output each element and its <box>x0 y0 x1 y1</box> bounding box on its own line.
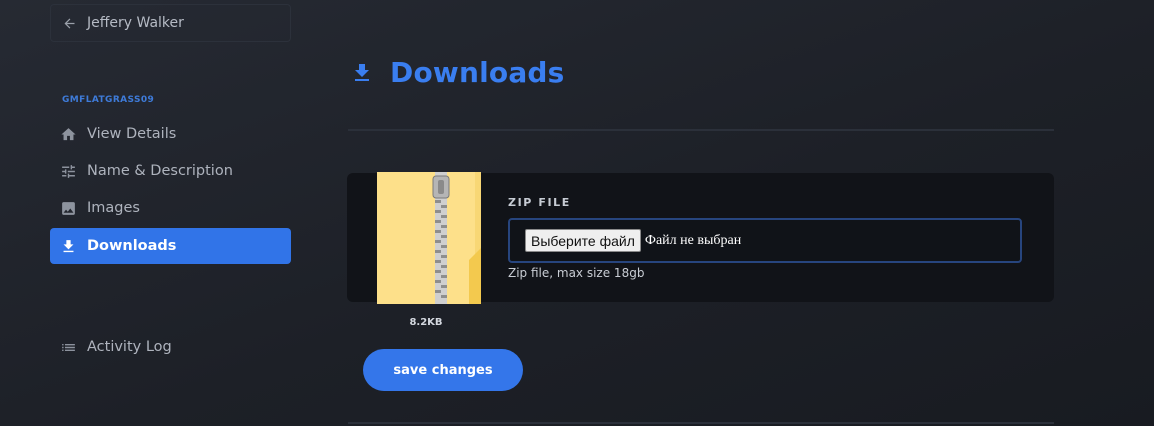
file-status: Файл не выбран <box>644 232 742 248</box>
page-title-text: Downloads <box>390 56 565 89</box>
sidebar-item-name-description[interactable]: Name & Description <box>50 153 291 189</box>
home-icon <box>60 126 77 143</box>
divider <box>348 422 1054 424</box>
sidebar-item-label: Activity Log <box>87 339 172 355</box>
sidebar-item-label: Images <box>87 200 140 216</box>
sidebar-item-label: Name & Description <box>87 163 233 179</box>
choose-file-button[interactable]: Выберите файл <box>525 229 641 252</box>
sidebar-item-label: View Details <box>87 126 177 142</box>
arrow-left-icon <box>64 18 75 28</box>
sidebar-item-activity-log[interactable]: Activity Log <box>50 329 291 365</box>
download-icon <box>355 63 369 81</box>
download-icon <box>60 238 77 255</box>
save-button[interactable]: save changes <box>363 349 523 391</box>
back-button-label: Jeffery Walker <box>87 15 184 31</box>
zip-file-hint: Zip file, max size 18gb <box>508 266 645 280</box>
sidebar-item-view-details[interactable]: View Details <box>50 116 291 152</box>
sidebar-item-downloads[interactable]: Downloads <box>50 228 291 264</box>
sliders-icon <box>60 163 77 180</box>
page-title: Downloads <box>350 56 565 89</box>
sidebar-item-label: Downloads <box>87 238 177 254</box>
back-button[interactable]: Jeffery Walker <box>50 4 291 42</box>
page: Jeffery Walker GMFLATGRASS09 View Detail… <box>0 0 1154 426</box>
file-size: 8.2KB <box>409 317 443 328</box>
sidebar-item-images[interactable]: Images <box>50 190 291 226</box>
list-icon <box>60 339 77 356</box>
zip-file-label: ZIP FILE <box>508 196 571 209</box>
section-label: GMFLATGRASS09 <box>62 95 155 105</box>
zip-file-input[interactable]: Выберите файл Файл не выбран <box>508 218 1022 263</box>
divider <box>348 129 1054 131</box>
zip-folder-icon <box>377 172 481 304</box>
image-icon <box>60 200 77 217</box>
